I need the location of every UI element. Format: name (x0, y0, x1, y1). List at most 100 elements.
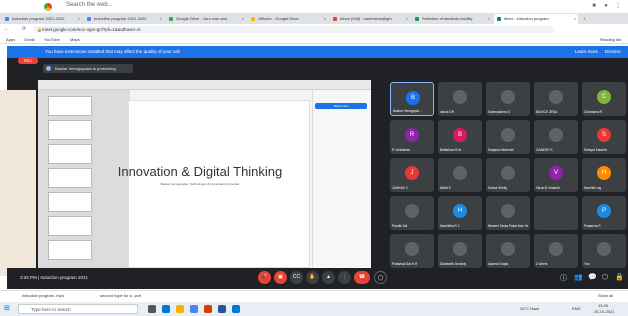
participant-name: Harshith mg (584, 186, 602, 190)
bookmark-youtube[interactable]: YouTube (44, 37, 60, 42)
slide-thumbnail (48, 120, 92, 140)
participant-avatar (549, 128, 563, 142)
close-tab-icon[interactable]: × (160, 14, 162, 24)
participant-tile[interactable]: Swarnpalrma G (486, 82, 530, 116)
slide-thumbnail (48, 144, 92, 164)
learn-more-link[interactable]: Learn more (575, 49, 598, 54)
host-controls-icon[interactable]: 🔒 (615, 273, 624, 281)
close-tab-icon[interactable]: × (324, 14, 326, 24)
menu-icon[interactable]: ⋮ (614, 2, 622, 10)
captions-icon[interactable]: CC (290, 271, 303, 284)
participant-tile[interactable]: Parolik Sai (390, 196, 434, 230)
close-tab-icon[interactable]: × (242, 14, 244, 24)
more-options-icon[interactable]: ⋮ (338, 271, 351, 284)
bookmark-gmail[interactable]: Gmail (24, 37, 34, 42)
dismiss-button[interactable]: Dismiss (605, 49, 621, 54)
participant-tile[interactable]: B Baskar Venugopal... (390, 82, 434, 116)
tab-0[interactable]: Induction program 2021-2022 × (2, 14, 82, 24)
participant-tile[interactable]: 2 others (534, 234, 578, 268)
mic-off-icon[interactable]: 🎤 (258, 271, 271, 284)
activity-icon[interactable]: ◯ (374, 271, 387, 284)
close-tab-icon[interactable]: × (488, 14, 490, 24)
participant-tile[interactable]: Gladearth Devaraj (438, 234, 482, 268)
participant-tile[interactable] (534, 196, 578, 230)
chat-icon[interactable]: 💬 (588, 273, 597, 281)
participant-tile[interactable]: J JANHAVI V (390, 158, 434, 192)
participant-tile[interactable]: Nikhil S (438, 158, 482, 192)
close-tab-icon[interactable]: × (78, 14, 80, 24)
favicon-icon (5, 17, 9, 21)
raise-hand-icon[interactable]: ✋ (306, 271, 319, 284)
forward-icon[interactable]: → (13, 26, 18, 32)
present-icon[interactable]: ▲ (322, 271, 335, 284)
participant-name: Varun.B Vedanth (536, 186, 560, 190)
windows-start-icon[interactable]: ⊞ (4, 304, 10, 312)
bookmark-apps[interactable]: Apps (6, 37, 15, 42)
participant-tile[interactable]: Ayansh Gupta (486, 234, 530, 268)
bookmark-maps[interactable]: Maps (70, 37, 80, 42)
tab-5[interactable]: Selection of students bacility × (412, 14, 492, 24)
word-icon[interactable] (218, 305, 226, 313)
participant-tile[interactable]: V Varun.B Vedanth (534, 158, 578, 192)
back-icon[interactable]: ← (4, 26, 9, 32)
participant-tile[interactable]: Sneha Shetty (486, 158, 530, 192)
participant-name: Parolik Sai (392, 224, 408, 228)
participant-tile[interactable]: B Bettiahme B M (438, 120, 482, 154)
extensions-icon[interactable]: ■ (590, 2, 598, 10)
download-item[interactable]: induction program..mp4 (22, 293, 64, 298)
new-tab-button[interactable]: + (580, 14, 592, 24)
warning-text: You have extensions installed that may a… (45, 49, 180, 54)
task-view-icon[interactable] (148, 305, 156, 313)
participant-tile[interactable]: R R Venkatesh (390, 120, 434, 154)
people-icon[interactable]: 👥 (574, 273, 583, 281)
taskbar-search[interactable]: Type here to search (18, 304, 138, 314)
tab-1[interactable]: Induction program 2021-2022 × (84, 14, 164, 24)
participant-tile[interactable]: Nevemi Tanas Passi from the call (486, 196, 530, 230)
close-tab-icon[interactable]: × (574, 14, 576, 24)
edge-icon[interactable] (162, 305, 170, 313)
participant-tile[interactable]: ashok DR (438, 82, 482, 116)
participant-tile[interactable]: Prakshak Sai N R (390, 234, 434, 268)
profile-icon[interactable]: ● (602, 2, 610, 10)
downloads-bar (0, 290, 628, 301)
tab-2[interactable]: Google Drive - Your own stor × (166, 14, 246, 24)
file-explorer-icon[interactable] (176, 305, 184, 313)
participant-avatar: S (597, 128, 611, 142)
screen-toolbar (38, 80, 371, 90)
participant-tile[interactable]: H Harshith mg (582, 158, 626, 192)
participant-tile[interactable]: H Harshitha R J (438, 196, 482, 230)
close-tab-icon[interactable]: × (406, 14, 408, 24)
leave-call-icon[interactable]: ☎ (354, 271, 370, 284)
participant-name: Prasanna S (584, 224, 601, 228)
presenting-banner: Baskar Venugopalan is presenting (43, 64, 133, 73)
activities-icon[interactable]: ⬡ (602, 273, 608, 281)
tab-6-active[interactable]: Meet - Induction program × (494, 14, 578, 24)
participant-avatar (549, 242, 563, 256)
participant-tile[interactable]: You (582, 234, 626, 268)
tab-4[interactable]: Inbox (948) - sanfrancis@gm × (330, 14, 410, 24)
participant-tile[interactable]: Sanjana Hiremath (486, 120, 530, 154)
participant-avatar: C (597, 90, 611, 104)
participant-tile[interactable]: C Chandana R (582, 82, 626, 116)
participant-tile[interactable]: GANESH S (534, 120, 578, 154)
participant-tile[interactable]: S Shimpa Karanth (582, 120, 626, 154)
tab-3[interactable]: OfficeIn - Google Drive × (248, 14, 328, 24)
participant-name: Swarnpalrma G (488, 110, 511, 114)
chrome-icon[interactable] (190, 305, 198, 313)
participant-name: JANHAVI V (392, 186, 409, 190)
reading-list[interactable]: Reading list (600, 37, 621, 42)
powerpoint-icon[interactable] (204, 305, 212, 313)
participant-tile[interactable]: BUNICE JENA (534, 82, 578, 116)
web-search-field[interactable]: Search the web... (66, 2, 113, 8)
screen-share-button[interactable]: Share Now (315, 103, 367, 109)
participant-name: Nevemi Tanas Passi from the call (488, 224, 528, 228)
download-item[interactable]: second hype for a ..pdf (100, 293, 141, 298)
info-icon[interactable]: ⓘ (560, 273, 567, 283)
reload-icon[interactable]: ⟳ (22, 26, 26, 32)
participant-avatar: B (453, 128, 467, 142)
show-all-downloads[interactable]: Show all (598, 293, 613, 298)
outlook-icon[interactable] (232, 305, 240, 313)
participant-tile[interactable]: P Prasanna S (582, 196, 626, 230)
participant-name: BUNICE JENA (536, 110, 558, 114)
camera-off-icon[interactable]: ▣ (274, 271, 287, 284)
